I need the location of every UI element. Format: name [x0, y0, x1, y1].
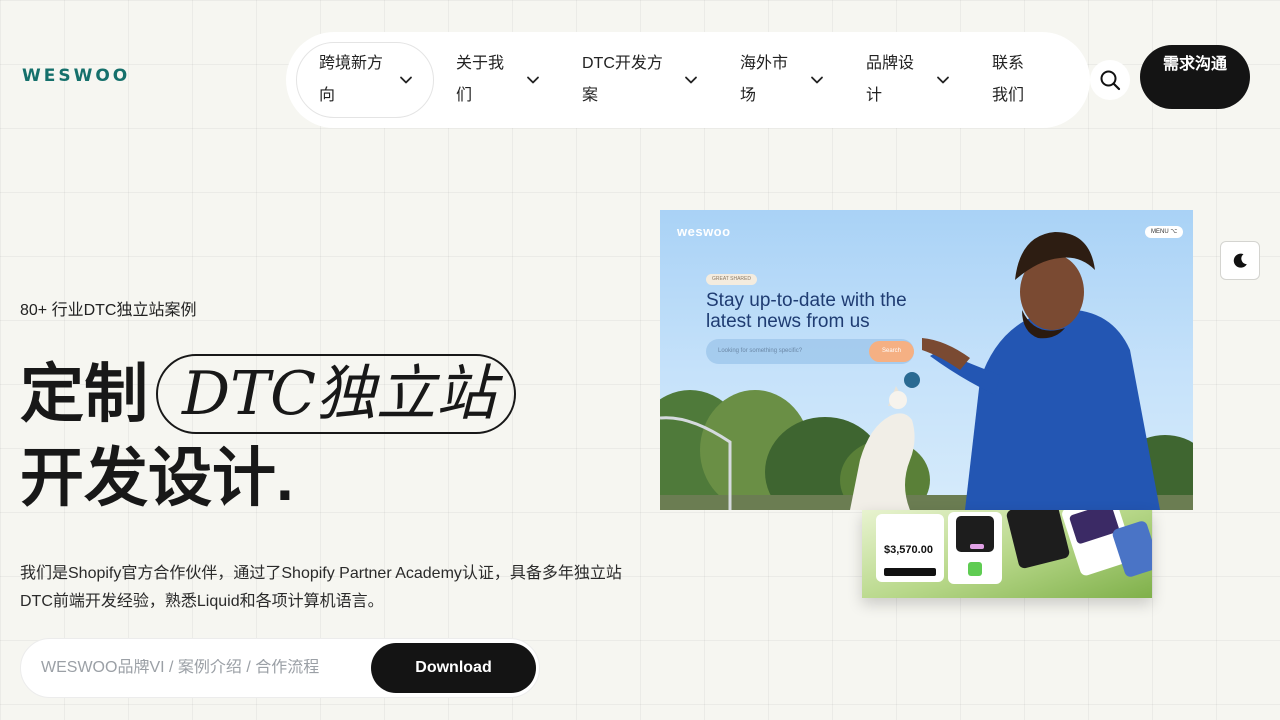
preview-card-blue — [1111, 519, 1152, 579]
chevron-down-icon — [400, 76, 412, 84]
nav-item-label: 跨境新方向 — [319, 55, 384, 104]
chevron-down-icon — [685, 76, 697, 84]
nav-item-new-direction[interactable]: 跨境新方向 — [296, 42, 434, 118]
nav-item-label: DTC开发方案 — [582, 55, 663, 104]
download-button[interactable]: Download — [371, 643, 536, 693]
headline-pill: DTC独立站 — [156, 354, 517, 434]
nav-item-contact[interactable]: 联系我们 — [970, 42, 1054, 118]
preview-tag: GREAT SHARED — [706, 274, 757, 285]
nav-item-label: 关于我们 — [456, 55, 505, 104]
main-nav: 跨境新方向 关于我们 DTC开发方案 海外市场 品牌设计 联系我们 — [286, 32, 1090, 128]
shopify-bag-icon — [968, 562, 982, 576]
preview-card-dark — [1005, 510, 1071, 570]
preview-menu-button: MENU ⌥ — [1145, 226, 1184, 238]
nav-item-label: 品牌设计 — [866, 55, 915, 104]
preview-card-chip — [970, 544, 984, 549]
chevron-down-icon — [527, 76, 539, 84]
theme-toggle-button[interactable] — [1220, 241, 1260, 280]
preview-card-amount: $3,570.00 — [884, 544, 933, 556]
preview-card-profile — [948, 512, 1002, 584]
nav-item-label: 联系我们 — [992, 55, 1025, 104]
headline-text: 定制 — [20, 358, 148, 430]
search-icon — [1100, 70, 1121, 91]
hero-preview-cards-image: $3,570.00 — [862, 510, 1152, 598]
headline-row: 定制 DTC独立站 — [20, 352, 517, 436]
nav-item-brand-design[interactable]: 品牌设计 — [844, 42, 970, 118]
preview-title: Stay up-to-date with the latest news fro… — [706, 290, 907, 332]
download-form: Download — [20, 638, 540, 698]
preview-search-button: Search — [869, 341, 914, 362]
hero-eyebrow: 80+ 行业DTC独立站案例 — [20, 302, 197, 319]
logo[interactable]: WESWOO — [22, 66, 130, 86]
preview-card-bar — [884, 568, 936, 576]
download-input[interactable] — [21, 659, 369, 677]
nav-item-about[interactable]: 关于我们 — [434, 42, 560, 118]
nav-item-dtc-solutions[interactable]: DTC开发方案 — [560, 42, 718, 118]
moon-icon — [1233, 253, 1247, 268]
contact-button[interactable]: 需求沟通 — [1140, 45, 1250, 109]
headline-text: 开发设计. — [20, 442, 294, 514]
search-button[interactable] — [1090, 60, 1130, 100]
hero-headline: 定制 DTC独立站 开发设计. — [20, 352, 517, 520]
hero-description: 我们是Shopify官方合作伙伴，通过了Shopify Partner Acad… — [20, 565, 622, 610]
preview-card-media-photo — [1068, 510, 1120, 545]
nav-item-overseas-market[interactable]: 海外市场 — [718, 42, 844, 118]
nav-item-label: 海外市场 — [740, 55, 789, 104]
chevron-down-icon — [937, 76, 949, 84]
hero-preview-image: weswoo MENU ⌥ GREAT SHARED Stay up-to-da… — [660, 210, 1193, 510]
preview-card-payment: $3,570.00 — [876, 514, 944, 582]
preview-logo: weswoo — [677, 224, 731, 239]
chevron-down-icon — [811, 76, 823, 84]
